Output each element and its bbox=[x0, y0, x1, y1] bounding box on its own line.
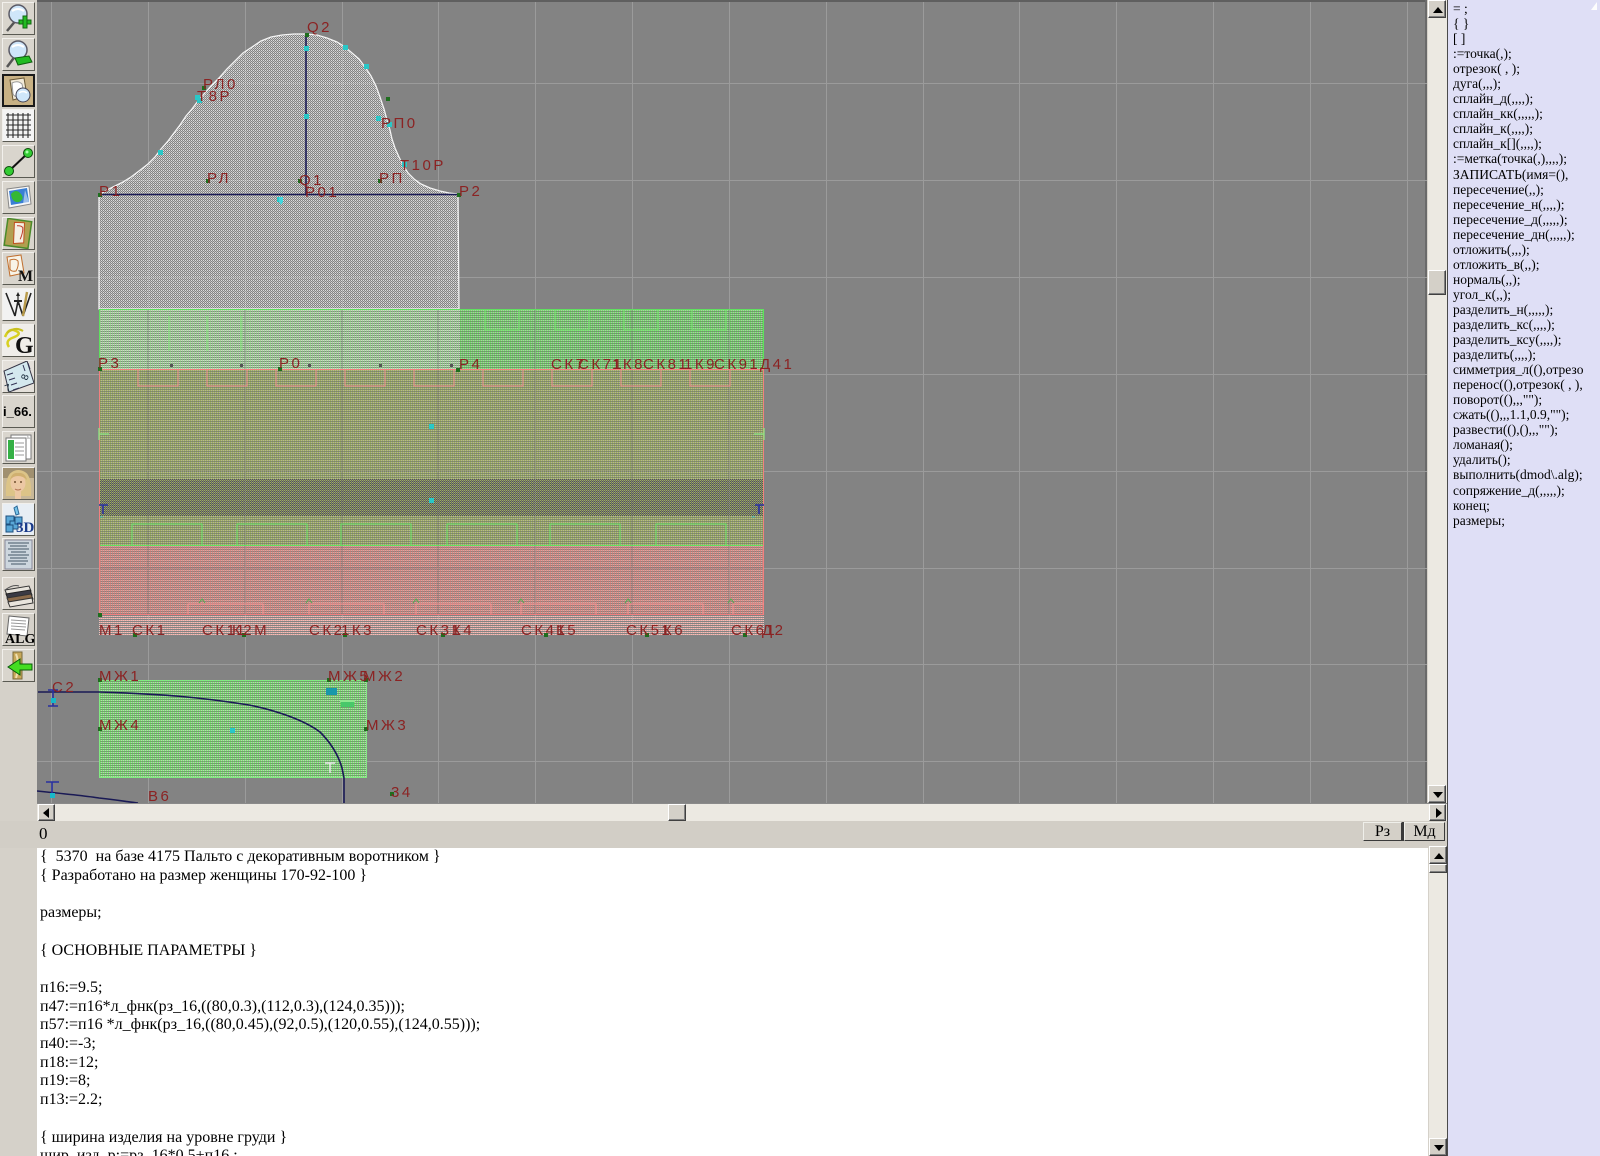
svg-text:К2М: К2М bbox=[232, 622, 269, 639]
svg-text:ALG: ALG bbox=[5, 632, 34, 645]
svg-text:": " bbox=[752, 515, 755, 524]
svg-text:РП: РП bbox=[379, 170, 405, 187]
svg-text:МЖ2: МЖ2 bbox=[363, 668, 405, 685]
svg-text:Т8Р: Т8Р bbox=[197, 88, 232, 105]
svg-text:СК91: СК91 bbox=[714, 356, 760, 373]
svg-text:Р2: Р2 bbox=[459, 183, 482, 200]
svg-text:Р4: Р4 bbox=[459, 356, 482, 373]
svg-text:Р1: Р1 bbox=[99, 183, 122, 200]
svg-text:1К3: 1К3 bbox=[341, 622, 374, 639]
svg-text:Р0: Р0 bbox=[279, 355, 302, 372]
svg-text:МЖ3: МЖ3 bbox=[366, 717, 408, 734]
svg-text:К6: К6 bbox=[663, 622, 685, 639]
svg-text:Д2: Д2 bbox=[762, 622, 786, 639]
svg-text:Т10Р: Т10Р bbox=[400, 157, 446, 174]
svg-text:1К9: 1К9 bbox=[684, 356, 717, 373]
svg-text:34: 34 bbox=[391, 784, 413, 801]
svg-text:К4: К4 bbox=[452, 622, 474, 639]
svg-text:G: G bbox=[15, 333, 34, 356]
svg-text:Р3: Р3 bbox=[98, 355, 121, 372]
svg-text:РЛ: РЛ bbox=[207, 170, 231, 187]
svg-text:1К8: 1К8 bbox=[612, 356, 645, 373]
svg-text:К5: К5 bbox=[556, 622, 578, 639]
svg-text:В6: В6 bbox=[148, 788, 171, 803]
svg-text:СК2: СК2 bbox=[309, 622, 344, 639]
svg-text:МЖ4: МЖ4 bbox=[99, 717, 141, 734]
svg-text:Q2: Q2 bbox=[307, 19, 332, 36]
svg-text:Р01: Р01 bbox=[305, 184, 339, 201]
svg-text:СК1: СК1 bbox=[132, 622, 167, 639]
svg-text:С2: С2 bbox=[52, 679, 76, 696]
svg-text:": " bbox=[100, 515, 103, 524]
svg-text:М1: М1 bbox=[99, 622, 125, 639]
svg-text:Д41: Д41 bbox=[760, 356, 794, 373]
svg-text:M: M bbox=[18, 268, 33, 284]
svg-text:РП0: РП0 bbox=[381, 115, 418, 132]
svg-text:СК81: СК81 bbox=[643, 356, 689, 373]
svg-text:3D: 3D bbox=[16, 520, 34, 535]
svg-text:МЖ1: МЖ1 bbox=[99, 668, 141, 685]
